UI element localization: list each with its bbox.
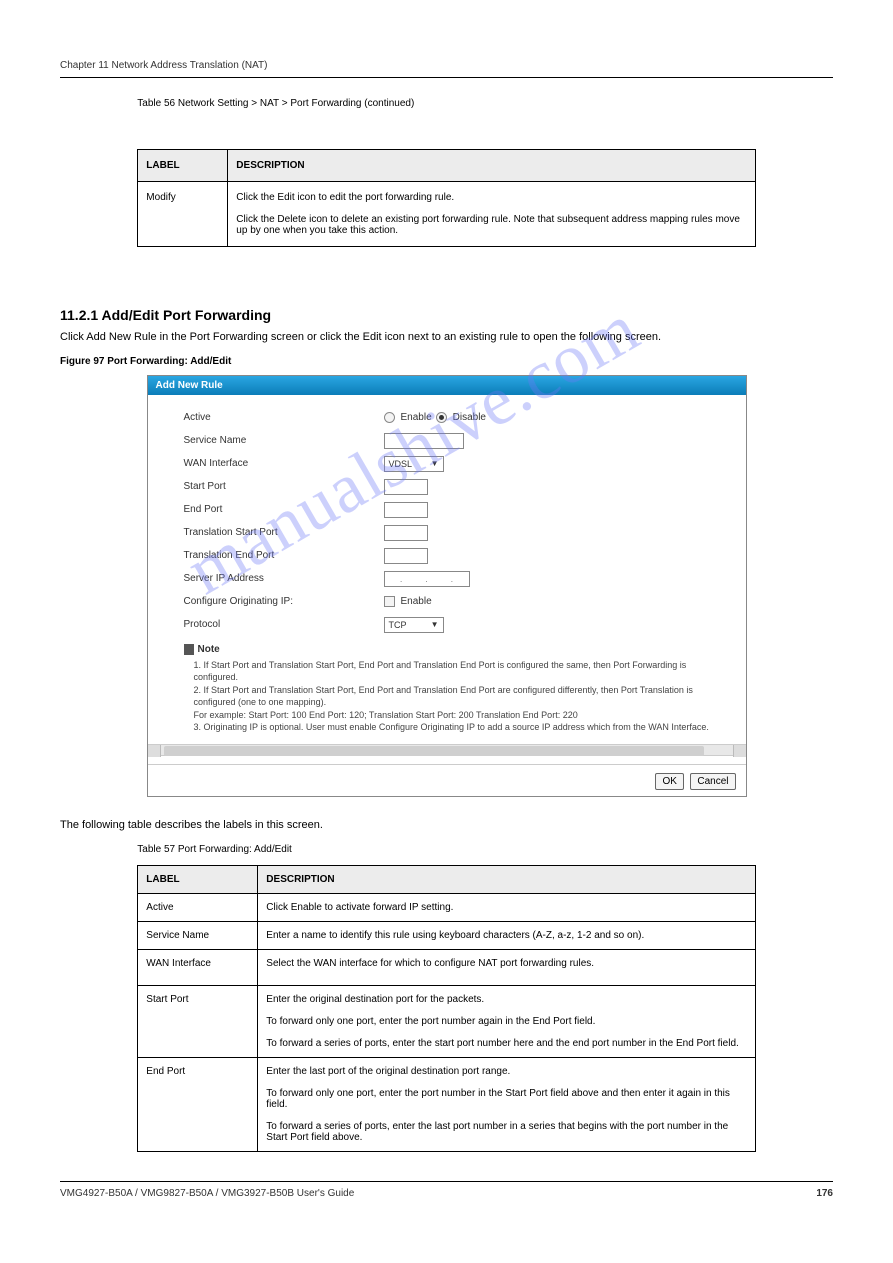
cell-desc: Click Enable to activate forward IP sett… (258, 893, 755, 921)
protocol-select[interactable]: TCP ▼ (384, 617, 444, 633)
figure-caption: Figure 97 Port Forwarding: Add/Edit (60, 356, 833, 367)
originating-ip-checkbox[interactable] (384, 596, 395, 607)
label-startport: Start Port (184, 481, 384, 492)
chapter-title: Chapter 11 Network Address Translation (… (60, 60, 268, 71)
page-number: 176 (816, 1188, 833, 1199)
cell-desc: Click the Edit icon to edit the port for… (228, 182, 755, 247)
note-line: For example: Start Port: 100 End Port: 1… (194, 709, 722, 722)
dialog-footer: OK Cancel (148, 764, 746, 796)
add-rule-dialog: Add New Rule Active Enable Disable Servi… (147, 375, 747, 798)
cell-label: WAN Interface (138, 949, 258, 985)
row-tstart: Translation Start Port (184, 524, 722, 542)
row-protocol: Protocol TCP ▼ (184, 616, 722, 634)
start-port-input[interactable] (384, 479, 428, 495)
label-endport: End Port (184, 504, 384, 515)
table-row: Start Port Enter the original destinatio… (138, 985, 755, 1057)
th-desc: DESCRIPTION (258, 865, 755, 893)
row-serverip: Server IP Address ... (184, 570, 722, 588)
table-row: WAN Interface Select the WAN interface f… (138, 949, 755, 985)
th-desc: DESCRIPTION (228, 150, 755, 182)
row-service: Service Name (184, 432, 722, 450)
dialog-title: Add New Rule (148, 376, 746, 395)
note-line: 2. If Start Port and Translation Start P… (194, 684, 722, 709)
service-name-input[interactable] (384, 433, 464, 449)
note-line: 3. Originating IP is optional. User must… (194, 721, 722, 734)
horizontal-scrollbar[interactable] (148, 744, 746, 756)
wan-interface-select[interactable]: VDSL ▼ (384, 456, 444, 472)
radio-disable[interactable] (436, 412, 447, 423)
radio-disable-label: Disable (453, 412, 486, 423)
note-header: Note (184, 644, 722, 655)
label-protocol: Protocol (184, 619, 384, 630)
chapter-line: Chapter 11 Network Address Translation (… (60, 60, 833, 78)
table2-caption: Table 57 Port Forwarding: Add/Edit (137, 844, 833, 855)
cell-desc: Enter a name to identify this rule using… (258, 921, 755, 949)
row-active: Active Enable Disable (184, 409, 722, 427)
row-origip: Configure Originating IP: Enable (184, 593, 722, 611)
server-ip-input[interactable]: ... (384, 571, 470, 587)
radio-enable[interactable] (384, 412, 395, 423)
table-row: Service Name Enter a name to identify th… (138, 921, 755, 949)
translation-end-input[interactable] (384, 548, 428, 564)
protocol-value: TCP (389, 620, 407, 630)
label-wan: WAN Interface (184, 458, 384, 469)
chevron-down-icon: ▼ (431, 620, 439, 629)
cell-label: Active (138, 893, 258, 921)
label-tend: Translation End Port (184, 550, 384, 561)
table-56: LABEL DESCRIPTION Modify Click the Edit … (137, 149, 755, 247)
table-row: Active Click Enable to activate forward … (138, 893, 755, 921)
cancel-button[interactable]: Cancel (690, 773, 735, 790)
row-wan: WAN Interface VDSL ▼ (184, 455, 722, 473)
cell-desc: Select the WAN interface for which to co… (258, 949, 755, 985)
label-origip: Configure Originating IP: (184, 596, 384, 607)
section-text: Click Add New Rule in the Port Forwardin… (60, 329, 833, 346)
table-row: End Port Enter the last port of the orig… (138, 1057, 755, 1151)
radio-enable-label: Enable (401, 412, 432, 423)
th-label: LABEL (138, 865, 258, 893)
row-startport: Start Port (184, 478, 722, 496)
table2-intro: The following table describes the labels… (60, 817, 833, 834)
ok-button[interactable]: OK (655, 773, 683, 790)
cell-desc: Enter the original destination port for … (258, 985, 755, 1057)
note-list: 1. If Start Port and Translation Start P… (194, 659, 722, 735)
table1-caption: Table 56 Network Setting > NAT > Port Fo… (137, 98, 833, 109)
label-active: Active (184, 412, 384, 423)
row-tend: Translation End Port (184, 547, 722, 565)
label-serverip: Server IP Address (184, 573, 384, 584)
table-57: LABEL DESCRIPTION Active Click Enable to… (137, 865, 755, 1152)
label-tstart: Translation Start Port (184, 527, 384, 538)
scrollbar-thumb[interactable] (164, 746, 704, 756)
cell-label: End Port (138, 1057, 258, 1151)
enable-checkbox-label: Enable (401, 596, 432, 607)
cell-desc: Enter the last port of the original dest… (258, 1057, 755, 1151)
wan-value: VDSL (389, 459, 413, 469)
page-footer: VMG4927-B50A / VMG9827-B50A / VMG3927-B5… (60, 1181, 833, 1199)
note-icon (184, 644, 194, 655)
row-endport: End Port (184, 501, 722, 519)
cell-label: Service Name (138, 921, 258, 949)
label-service: Service Name (184, 435, 384, 446)
section-heading: 11.2.1 Add/Edit Port Forwarding (60, 307, 833, 323)
cell-label: Start Port (138, 985, 258, 1057)
translation-start-input[interactable] (384, 525, 428, 541)
note-label: Note (198, 644, 220, 655)
chevron-down-icon: ▼ (431, 459, 439, 468)
note-line: 1. If Start Port and Translation Start P… (194, 659, 722, 684)
cell-label: Modify (138, 182, 228, 247)
end-port-input[interactable] (384, 502, 428, 518)
th-label: LABEL (138, 150, 228, 182)
table-row: Modify Click the Edit icon to edit the p… (138, 182, 755, 247)
book-title: VMG4927-B50A / VMG9827-B50A / VMG3927-B5… (60, 1188, 354, 1199)
